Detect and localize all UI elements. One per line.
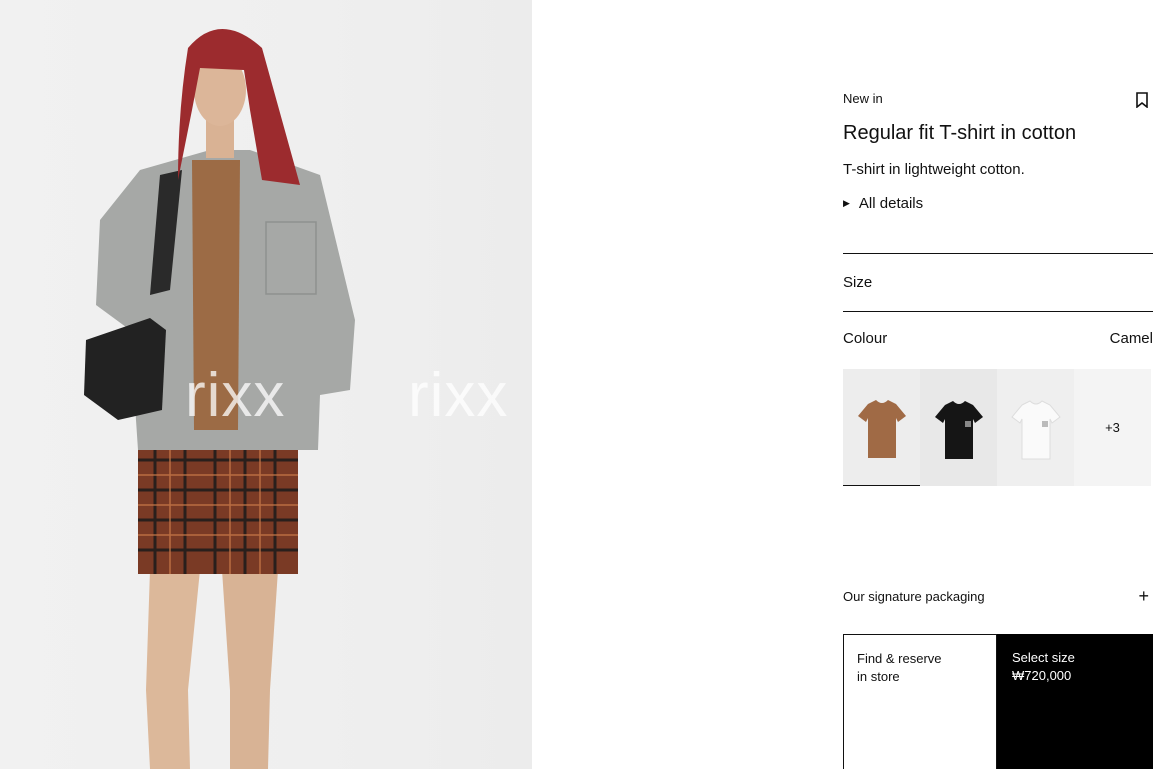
plus-icon: + xyxy=(1138,586,1149,606)
size-selector[interactable]: Size xyxy=(843,254,1153,311)
swatch-black[interactable] xyxy=(920,369,997,486)
size-label: Size xyxy=(843,274,873,291)
reserve-line-1: Find & reserve xyxy=(857,651,942,666)
swatch-white[interactable] xyxy=(997,369,1074,486)
tshirt-thumbnail xyxy=(934,400,983,459)
reserve-line-2: in store xyxy=(857,669,900,684)
colour-swatches: +3 xyxy=(843,369,1153,486)
caret-right-icon: ▶ xyxy=(843,198,850,208)
purchase-actions: Find & reserve in store Select size ₩720… xyxy=(843,634,1153,769)
product-info-panel: New in Regular fit T-shirt in cotton T-s… xyxy=(843,0,1153,769)
colour-label: Colour xyxy=(843,330,888,347)
find-reserve-button[interactable]: Find & reserve in store xyxy=(843,634,997,769)
bookmark-icon[interactable] xyxy=(1135,92,1149,108)
product-description: T-shirt in lightweight cotton. xyxy=(843,161,1025,178)
price: ₩720,000 xyxy=(1012,668,1072,683)
product-title: Regular fit T-shirt in cotton xyxy=(843,122,1077,144)
divider xyxy=(843,311,1153,312)
tshirt-thumbnail xyxy=(1010,399,1061,459)
select-size-label: Select size xyxy=(1012,650,1075,665)
watermark-text: rixx xyxy=(185,361,286,430)
all-details-toggle[interactable]: ▶ All details xyxy=(843,195,923,212)
selected-colour: Camel xyxy=(1109,330,1153,347)
more-colours-button[interactable]: +3 xyxy=(1074,369,1151,486)
tshirt-thumbnail xyxy=(857,400,906,458)
select-size-button[interactable]: Select size ₩720,000 xyxy=(997,634,1153,769)
all-details-label: All details xyxy=(858,195,924,212)
new-in-badge: New in xyxy=(843,91,883,106)
packaging-label: Our signature packaging xyxy=(843,589,985,604)
swatch-camel[interactable] xyxy=(843,369,920,486)
more-colours-label: +3 xyxy=(1105,420,1120,435)
watermark-text: rixx xyxy=(408,361,509,430)
tshirt-camel-shape xyxy=(857,400,906,458)
signature-packaging-toggle[interactable]: Our signature packaging + xyxy=(843,586,1153,606)
product-image[interactable]: rixx rixx xyxy=(0,0,532,769)
